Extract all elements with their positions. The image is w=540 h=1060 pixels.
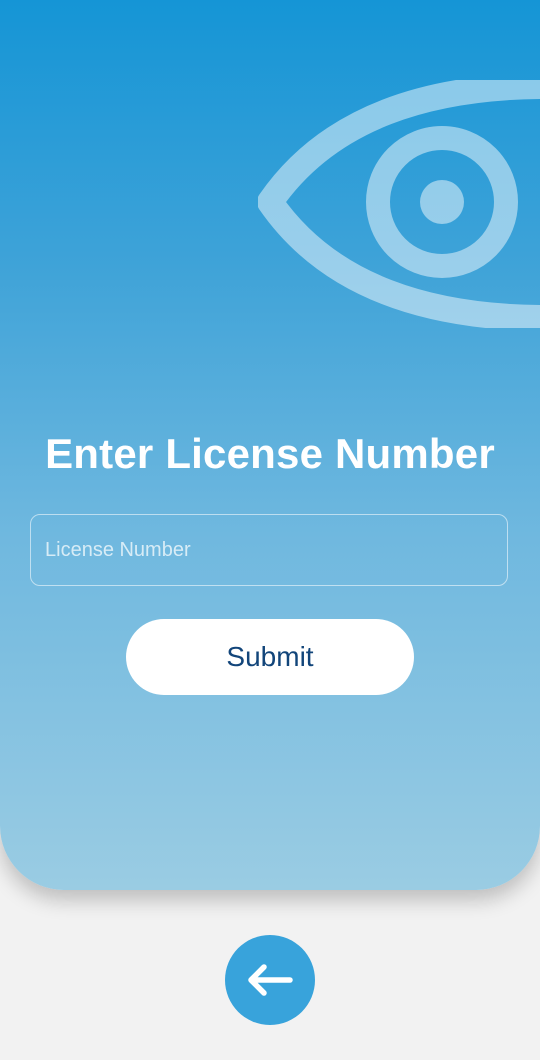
license-number-field[interactable] [30,514,508,586]
header-card: Enter License Number Submit [0,0,540,890]
license-number-input[interactable] [31,515,507,585]
eye-icon [258,80,540,328]
arrow-left-icon [248,964,293,996]
page-title: Enter License Number [45,430,495,477]
back-button[interactable] [225,935,315,1025]
submit-button[interactable]: Submit [126,619,414,695]
